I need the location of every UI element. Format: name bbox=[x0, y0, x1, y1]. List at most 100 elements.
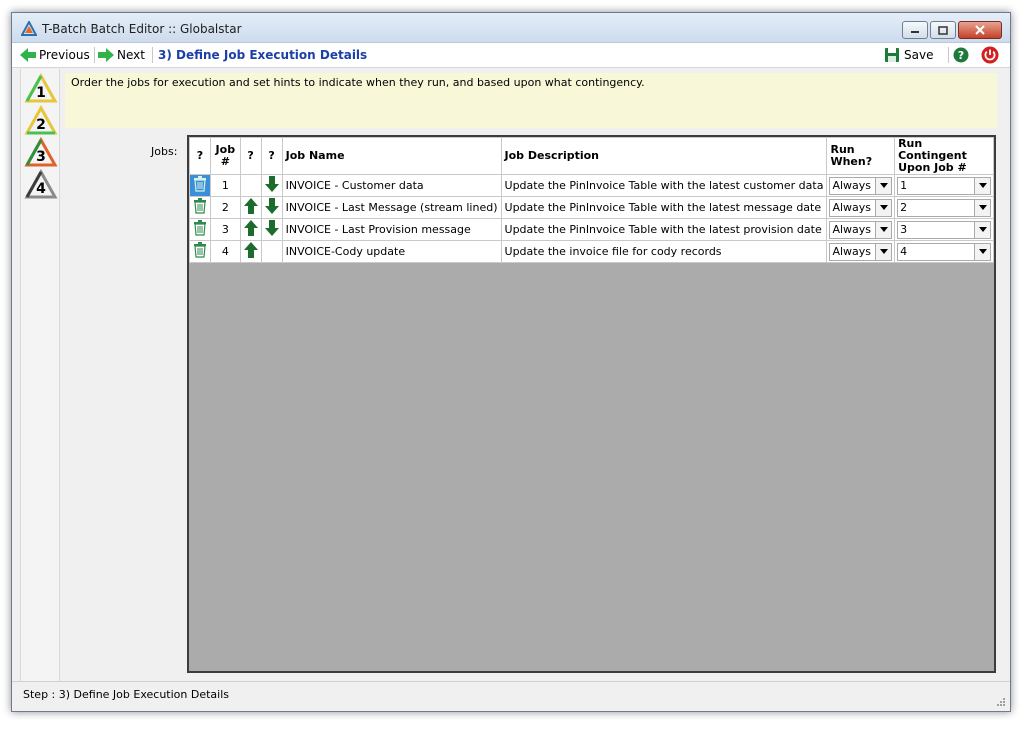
exit-button[interactable] bbox=[981, 46, 999, 64]
col-header-run-when[interactable]: Run When? bbox=[826, 137, 896, 175]
arrow-down-icon[interactable] bbox=[264, 220, 279, 236]
run-contingent-select[interactable]: 3 bbox=[897, 220, 991, 239]
move-up-cell[interactable] bbox=[239, 218, 262, 241]
next-button[interactable]: Next bbox=[98, 46, 145, 64]
help-icon: ? bbox=[953, 47, 969, 63]
step-1-button[interactable]: 1 bbox=[24, 72, 58, 105]
run-contingent-cell[interactable]: 3 bbox=[894, 218, 994, 241]
chevron-down-icon bbox=[978, 249, 987, 254]
delete-cell[interactable] bbox=[189, 196, 211, 219]
chevron-down-icon bbox=[879, 205, 888, 210]
jobs-grid[interactable]: ? Job # ? ? Job Name Job Description Run… bbox=[187, 135, 996, 673]
arrow-right-icon bbox=[98, 48, 114, 62]
run-contingent-select[interactable]: 1 bbox=[897, 176, 991, 195]
step-4-button[interactable]: 4 bbox=[24, 168, 58, 201]
status-text: Step : 3) Define Job Execution Details bbox=[23, 688, 229, 701]
step-3-button[interactable]: 3 bbox=[24, 136, 58, 169]
table-row[interactable]: 3 INVOICE - Last Provision message Updat… bbox=[189, 218, 994, 241]
dropdown-button[interactable] bbox=[875, 243, 892, 260]
job-description-cell: Update the invoice file for cody records bbox=[500, 240, 828, 263]
instruction-text: Order the jobs for execution and set hin… bbox=[71, 76, 645, 89]
move-up-cell[interactable] bbox=[239, 196, 262, 219]
main-window: T-Batch Batch Editor :: Globalstar Previ… bbox=[11, 12, 1011, 712]
dropdown-button[interactable] bbox=[974, 199, 990, 216]
run-when-select[interactable]: Always bbox=[829, 176, 893, 195]
toolbar-separator bbox=[94, 47, 95, 63]
step-2-button[interactable]: 2 bbox=[24, 104, 58, 137]
run-when-cell[interactable]: Always bbox=[826, 174, 896, 197]
step-4-label: 4 bbox=[36, 181, 46, 197]
toolbar: Previous Next 3) Define Job Execution De… bbox=[12, 43, 1010, 68]
resize-grip-icon[interactable] bbox=[995, 696, 1005, 706]
step-1-icon: 1 bbox=[24, 72, 58, 103]
status-bar: Step : 3) Define Job Execution Details bbox=[12, 681, 1010, 711]
move-up-cell[interactable] bbox=[239, 240, 262, 263]
dropdown-button[interactable] bbox=[875, 199, 892, 216]
move-down-cell[interactable] bbox=[260, 218, 283, 241]
col-header-job-name[interactable]: Job Name bbox=[281, 137, 502, 175]
run-when-value: Always bbox=[832, 201, 872, 214]
col-header-job-description[interactable]: Job Description bbox=[500, 137, 828, 175]
col-header-run-contingent[interactable]: Run Contingent Upon Job # bbox=[894, 137, 994, 175]
job-number-cell: 4 bbox=[210, 240, 241, 263]
dropdown-button[interactable] bbox=[875, 177, 892, 194]
title-bar[interactable]: T-Batch Batch Editor :: Globalstar bbox=[12, 13, 1010, 43]
arrow-up-icon[interactable] bbox=[243, 242, 258, 258]
trash-icon[interactable] bbox=[193, 220, 207, 236]
help-button[interactable]: ? bbox=[953, 46, 969, 64]
trash-icon[interactable] bbox=[193, 176, 207, 192]
dropdown-button[interactable] bbox=[974, 177, 990, 194]
run-when-value: Always bbox=[832, 223, 872, 236]
trash-icon[interactable] bbox=[193, 198, 207, 214]
delete-cell[interactable] bbox=[189, 218, 211, 241]
run-contingent-select[interactable]: 4 bbox=[897, 242, 991, 261]
arrow-up-icon[interactable] bbox=[243, 220, 258, 236]
maximize-button[interactable] bbox=[930, 21, 956, 39]
minimize-button[interactable] bbox=[902, 21, 928, 39]
table-header-row: ? Job # ? ? Job Name Job Description Run… bbox=[189, 137, 994, 175]
col-header-delete: ? bbox=[189, 137, 211, 175]
maximize-icon bbox=[938, 25, 948, 35]
move-down-cell[interactable] bbox=[260, 196, 283, 219]
move-down-cell bbox=[260, 240, 283, 263]
close-button[interactable] bbox=[958, 21, 1002, 39]
job-name-cell: INVOICE-Cody update bbox=[281, 240, 502, 263]
arrow-left-icon bbox=[20, 48, 36, 62]
arrow-down-icon[interactable] bbox=[264, 198, 279, 214]
table-row[interactable]: 1 INVOICE - Customer data Update the Pin… bbox=[189, 174, 994, 197]
move-down-cell[interactable] bbox=[260, 174, 283, 197]
col-header-move-up: ? bbox=[239, 137, 262, 175]
run-when-select[interactable]: Always bbox=[829, 220, 893, 239]
run-when-cell[interactable]: Always bbox=[826, 196, 896, 219]
run-when-select[interactable]: Always bbox=[829, 242, 893, 261]
run-contingent-cell[interactable]: 4 bbox=[894, 240, 994, 263]
table-row[interactable]: 2 INVOICE - Last Message (stream lined) … bbox=[189, 196, 994, 219]
save-button[interactable]: Save bbox=[884, 46, 933, 64]
trash-icon[interactable] bbox=[193, 242, 207, 258]
run-contingent-cell[interactable]: 1 bbox=[894, 174, 994, 197]
run-when-cell[interactable]: Always bbox=[826, 218, 896, 241]
run-when-select[interactable]: Always bbox=[829, 198, 893, 217]
job-number-cell: 3 bbox=[210, 218, 241, 241]
delete-cell[interactable] bbox=[189, 174, 211, 197]
run-contingent-cell[interactable]: 2 bbox=[894, 196, 994, 219]
window-controls bbox=[900, 21, 1002, 39]
step-2-icon: 2 bbox=[24, 104, 58, 135]
jobs-label: Jobs: bbox=[151, 145, 178, 158]
arrow-down-icon[interactable] bbox=[264, 176, 279, 192]
col-header-move-down: ? bbox=[260, 137, 283, 175]
run-contingent-select[interactable]: 2 bbox=[897, 198, 991, 217]
col-header-job-number[interactable]: Job # bbox=[210, 137, 241, 175]
previous-button[interactable]: Previous bbox=[20, 46, 90, 64]
arrow-up-icon[interactable] bbox=[243, 198, 258, 214]
dropdown-button[interactable] bbox=[974, 243, 990, 260]
job-description-cell: Update the PinInvoice Table with the lat… bbox=[500, 174, 828, 197]
dropdown-button[interactable] bbox=[875, 221, 892, 238]
run-when-cell[interactable]: Always bbox=[826, 240, 896, 263]
save-label: Save bbox=[904, 48, 934, 62]
table-row[interactable]: 4 INVOICE-Cody update Update the invoice… bbox=[189, 240, 994, 263]
dropdown-button[interactable] bbox=[974, 221, 990, 238]
delete-cell[interactable] bbox=[189, 240, 211, 263]
run-when-value: Always bbox=[832, 245, 872, 258]
job-name-cell: INVOICE - Last Provision message bbox=[281, 218, 502, 241]
